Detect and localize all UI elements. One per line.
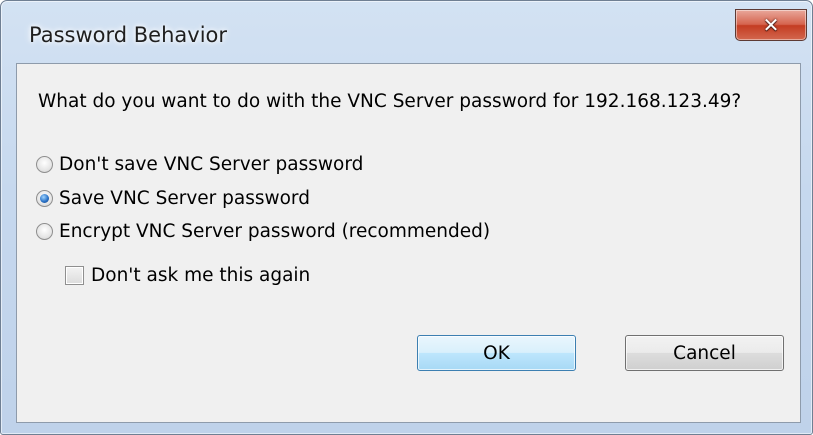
dont-ask-again-label[interactable]: Don't ask me this again: [91, 265, 310, 286]
close-button[interactable]: ✕: [735, 9, 807, 41]
title-bar[interactable]: Password Behavior ✕: [1, 1, 812, 63]
window-title: Password Behavior: [29, 23, 228, 47]
radio-encrypt-label[interactable]: Encrypt VNC Server password (recommended…: [59, 221, 490, 242]
radio-encrypt[interactable]: Encrypt VNC Server password (recommended…: [36, 221, 490, 242]
dont-ask-again-box[interactable]: [65, 266, 84, 285]
radio-dont-save-label[interactable]: Don't save VNC Server password: [59, 154, 363, 175]
password-behavior-dialog: Password Behavior ✕ What do you want to …: [0, 0, 813, 435]
close-icon: ✕: [762, 13, 780, 37]
ok-button[interactable]: OK: [417, 335, 576, 371]
radio-dont-save[interactable]: Don't save VNC Server password: [36, 154, 363, 175]
radio-dont-save-indicator[interactable]: [36, 156, 53, 173]
dialog-content: What do you want to do with the VNC Serv…: [16, 63, 801, 423]
radio-save[interactable]: Save VNC Server password: [36, 188, 310, 209]
dont-ask-again-checkbox[interactable]: Don't ask me this again: [65, 265, 310, 286]
radio-encrypt-indicator[interactable]: [36, 223, 53, 240]
radio-save-label[interactable]: Save VNC Server password: [59, 188, 310, 209]
cancel-button[interactable]: Cancel: [625, 335, 784, 371]
radio-save-indicator[interactable]: [36, 190, 53, 207]
password-question: What do you want to do with the VNC Serv…: [38, 91, 742, 112]
